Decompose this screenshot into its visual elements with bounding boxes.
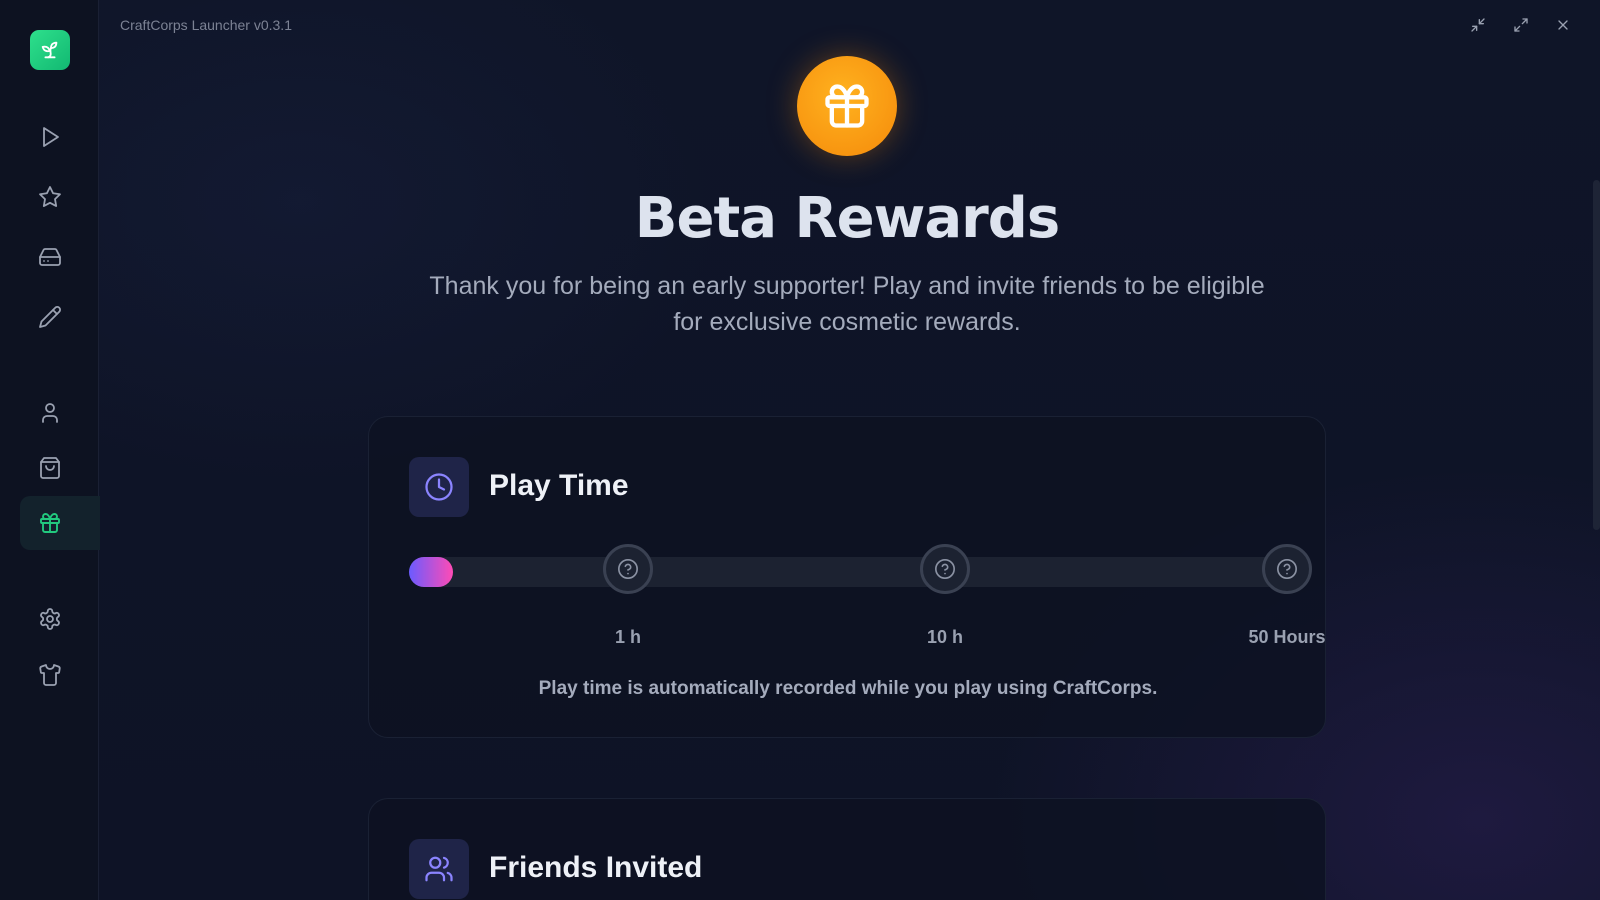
play-time-card: Play Time 1 h 10 h 50 Hours Play time is… [368,416,1326,738]
friends-invited-card: Friends Invited [368,798,1326,900]
play-icon [43,127,59,147]
milestone-1h[interactable] [603,544,653,594]
sidebar-item-editor[interactable] [20,290,100,344]
maximize-icon [1514,18,1528,32]
question-icon [1277,559,1297,579]
page-subtitle: Thank you for being an early supporter! … [429,272,1265,336]
close-button[interactable] [1549,13,1577,37]
friends-invited-icon-box [409,839,469,899]
user-icon [42,403,58,423]
milestone-label: 10 h [926,627,964,647]
question-icon [935,559,955,579]
sidebar [0,0,100,900]
gift-icon [40,513,60,533]
milestone-10h[interactable] [920,544,970,594]
maximize-button[interactable] [1507,13,1535,37]
gift-icon [825,84,869,128]
play-time-progress-track [409,557,1289,587]
sidebar-item-profile[interactable] [20,386,100,440]
app-logo[interactable] [30,30,70,70]
shopping-bag-icon [40,457,60,479]
milestone-50h[interactable] [1262,544,1312,594]
clock-icon [425,473,453,501]
friends-invited-title: Friends Invited [489,851,703,884]
sidebar-item-rewards[interactable] [20,496,100,550]
scrollbar[interactable] [1592,0,1600,900]
rewards-badge [797,56,897,156]
sidebar-item-play[interactable] [20,110,100,164]
milestone-label: 1 h [614,627,642,647]
minimize-icon [1471,18,1485,32]
sidebar-item-store[interactable] [20,441,100,495]
page-title: Beta Rewards [634,186,1060,251]
sprout-icon [41,41,58,59]
question-icon [618,559,638,579]
milestone-label: 50 Hours [1248,627,1326,647]
sidebar-item-settings[interactable] [20,592,100,646]
play-time-note: Play time is automatically recorded whil… [538,678,1158,699]
app-window: CraftCorps Launcher v0.3.1 Beta Rewards … [0,0,1600,900]
sidebar-item-cosmetics[interactable] [20,648,100,702]
shirt-icon [39,664,61,686]
play-time-icon-box [409,457,469,517]
users-icon [425,856,453,882]
play-time-progress-fill [409,557,453,587]
play-time-title: Play Time [489,469,629,502]
minimize-button[interactable] [1464,13,1492,37]
window-title: CraftCorps Launcher v0.3.1 [120,17,292,33]
gear-icon [40,608,60,630]
close-icon [1558,20,1568,30]
pencil-icon [39,306,61,328]
